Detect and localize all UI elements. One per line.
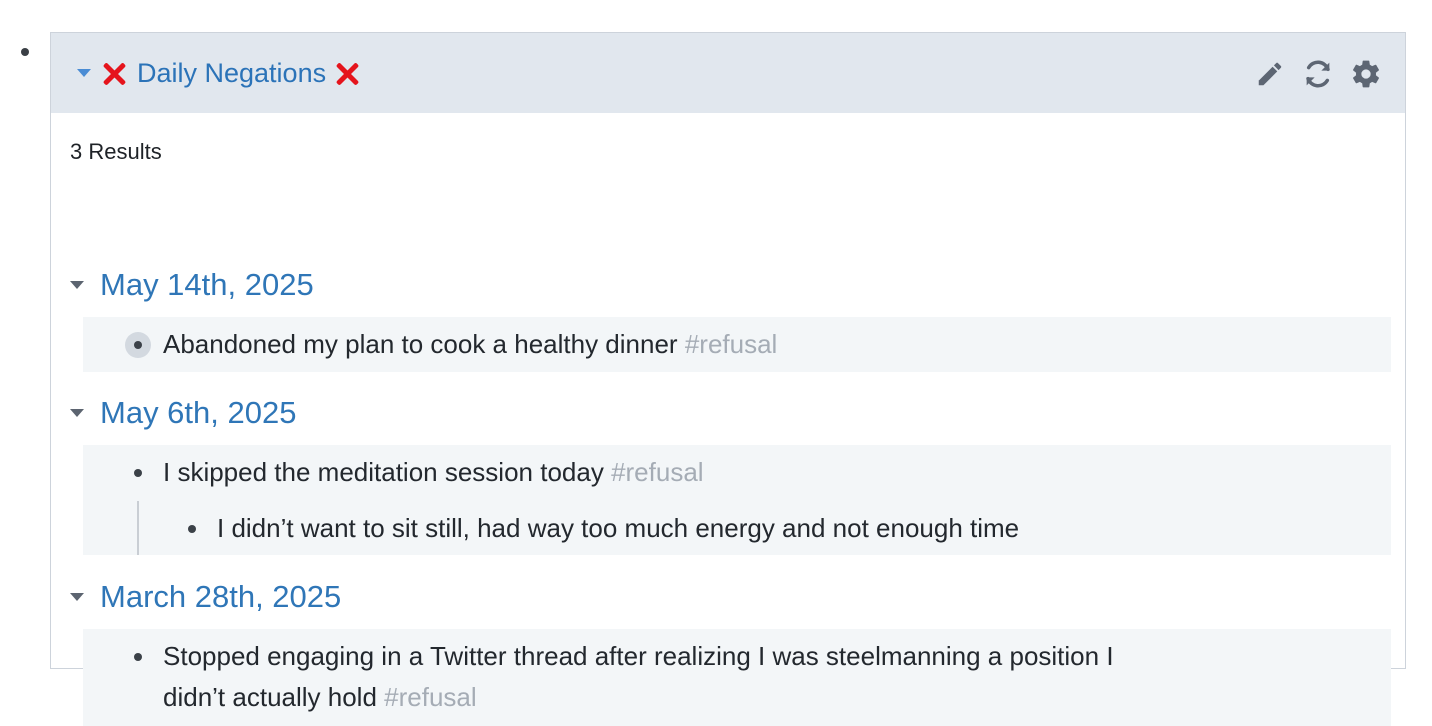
query-block: Daily Negations 3 Results May 14th, 2025… xyxy=(50,32,1406,726)
item-text: Abandoned my plan to cook a healthy dinn… xyxy=(163,329,678,359)
query-title[interactable]: Daily Negations xyxy=(137,58,326,89)
group-header[interactable]: May 14th, 2025 xyxy=(70,267,314,303)
caret-down-icon[interactable] xyxy=(70,281,84,289)
collapse-caret-icon[interactable] xyxy=(77,69,91,77)
tag-link[interactable]: #refusal xyxy=(685,324,778,365)
item-text: I skipped the meditation session today xyxy=(163,457,604,487)
outer-bullet[interactable] xyxy=(21,48,29,56)
item-text: I didn’t want to sit still, had way too … xyxy=(217,513,1020,543)
group-header[interactable]: March 28th, 2025 xyxy=(70,579,341,615)
date-link[interactable]: May 14th, 2025 xyxy=(100,267,314,303)
tag-link[interactable]: #refusal xyxy=(611,452,704,493)
bullet-icon[interactable] xyxy=(188,525,196,533)
list-item[interactable]: I didn’t want to sit still, had way too … xyxy=(217,508,1383,549)
cross-mark-icon xyxy=(334,60,360,86)
item-text-line2: didn’t actually hold #refusal xyxy=(163,677,1383,718)
item-text-line1: Stopped engaging in a Twitter thread aft… xyxy=(163,641,1114,671)
group-header[interactable]: May 6th, 2025 xyxy=(70,395,296,431)
group-body: Stopped engaging in a Twitter thread aft… xyxy=(83,629,1391,726)
item-text: didn’t actually hold xyxy=(163,682,377,712)
group-body: Abandoned my plan to cook a healthy dinn… xyxy=(83,317,1391,372)
date-link[interactable]: May 6th, 2025 xyxy=(100,395,296,431)
bullet-icon[interactable] xyxy=(134,469,142,477)
date-link[interactable]: March 28th, 2025 xyxy=(100,579,341,615)
refresh-icon[interactable] xyxy=(1301,57,1335,91)
list-item[interactable]: Abandoned my plan to cook a healthy dinn… xyxy=(163,324,1383,365)
caret-down-icon[interactable] xyxy=(70,593,84,601)
thread-line xyxy=(137,501,139,555)
group-body: I skipped the meditation session today #… xyxy=(83,445,1391,555)
list-item[interactable]: Stopped engaging in a Twitter thread aft… xyxy=(163,636,1383,718)
gear-icon[interactable] xyxy=(1349,57,1383,91)
bullet-icon[interactable] xyxy=(125,332,151,358)
bullet-icon[interactable] xyxy=(134,653,142,661)
pencil-icon[interactable] xyxy=(1253,57,1287,91)
query-header: Daily Negations xyxy=(51,33,1405,113)
tag-link[interactable]: #refusal xyxy=(384,682,477,712)
header-actions xyxy=(1253,57,1383,91)
cross-mark-icon xyxy=(101,60,127,86)
list-item[interactable]: I skipped the meditation session today #… xyxy=(163,452,1383,493)
caret-down-icon[interactable] xyxy=(70,409,84,417)
results-count: 3 Results xyxy=(70,139,162,164)
